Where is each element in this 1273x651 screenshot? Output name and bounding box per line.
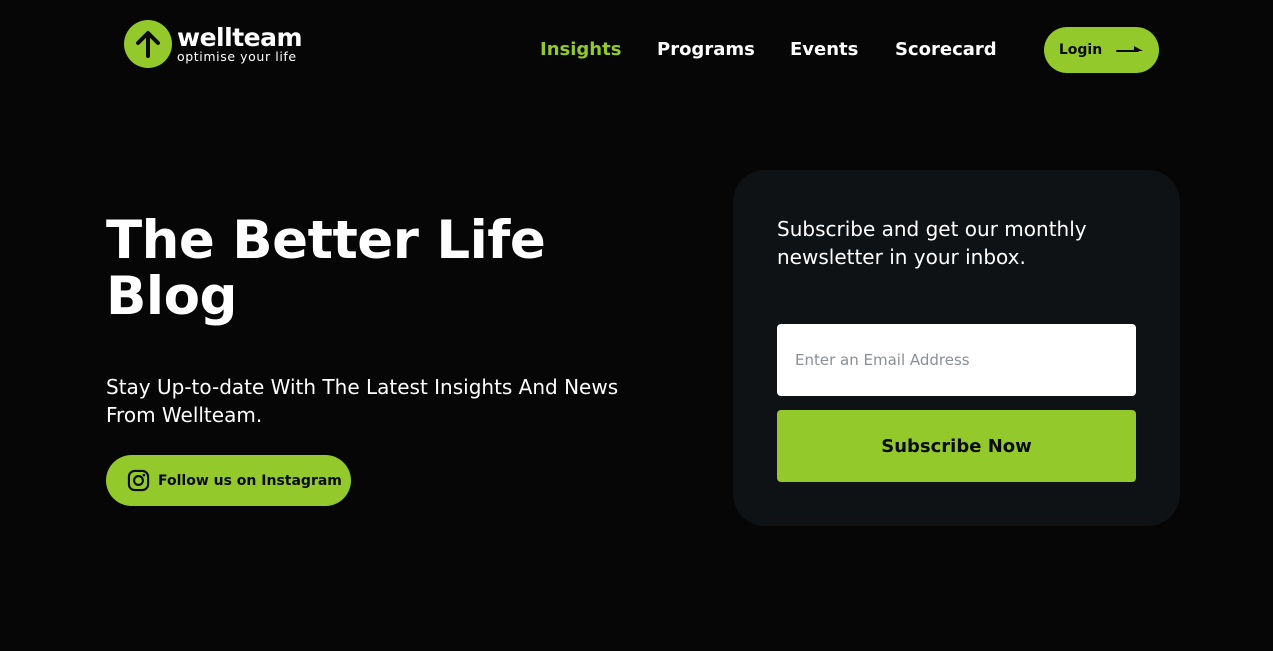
hero-subtitle: Stay Up-to-date With The Latest Insights… xyxy=(106,375,619,427)
brand-name: wellteam xyxy=(177,23,303,52)
email-input[interactable] xyxy=(777,324,1136,396)
newsletter-text: Subscribe and get our monthly newsletter… xyxy=(777,217,1087,269)
login-label: Login xyxy=(1058,42,1103,58)
brand-tagline: optimise your life xyxy=(177,49,297,64)
nav-item-events[interactable]: Events xyxy=(790,38,858,62)
arrow-right-icon xyxy=(1116,45,1144,55)
logo[interactable]: wellteam optimise your life xyxy=(124,19,303,69)
page-title: The Better Life Blog xyxy=(106,210,546,327)
instagram-icon xyxy=(127,469,150,492)
nav-item-scorecard[interactable]: Scorecard xyxy=(895,38,997,62)
nav-item-programs[interactable]: Programs xyxy=(657,38,755,62)
nav-item-insights[interactable]: Insights xyxy=(540,38,621,62)
instagram-button[interactable]: Follow us on Instagram xyxy=(106,455,351,506)
arrow-up-icon xyxy=(124,20,172,68)
instagram-label: Follow us on Instagram xyxy=(158,472,342,489)
subscribe-button[interactable]: Subscribe Now xyxy=(777,410,1136,482)
login-button[interactable]: Login xyxy=(1044,27,1159,73)
logo-text: wellteam optimise your life xyxy=(177,23,303,64)
newsletter-card: Subscribe and get our monthly newsletter… xyxy=(733,170,1180,526)
site-header: wellteam optimise your life Insights Pro… xyxy=(0,0,1273,100)
